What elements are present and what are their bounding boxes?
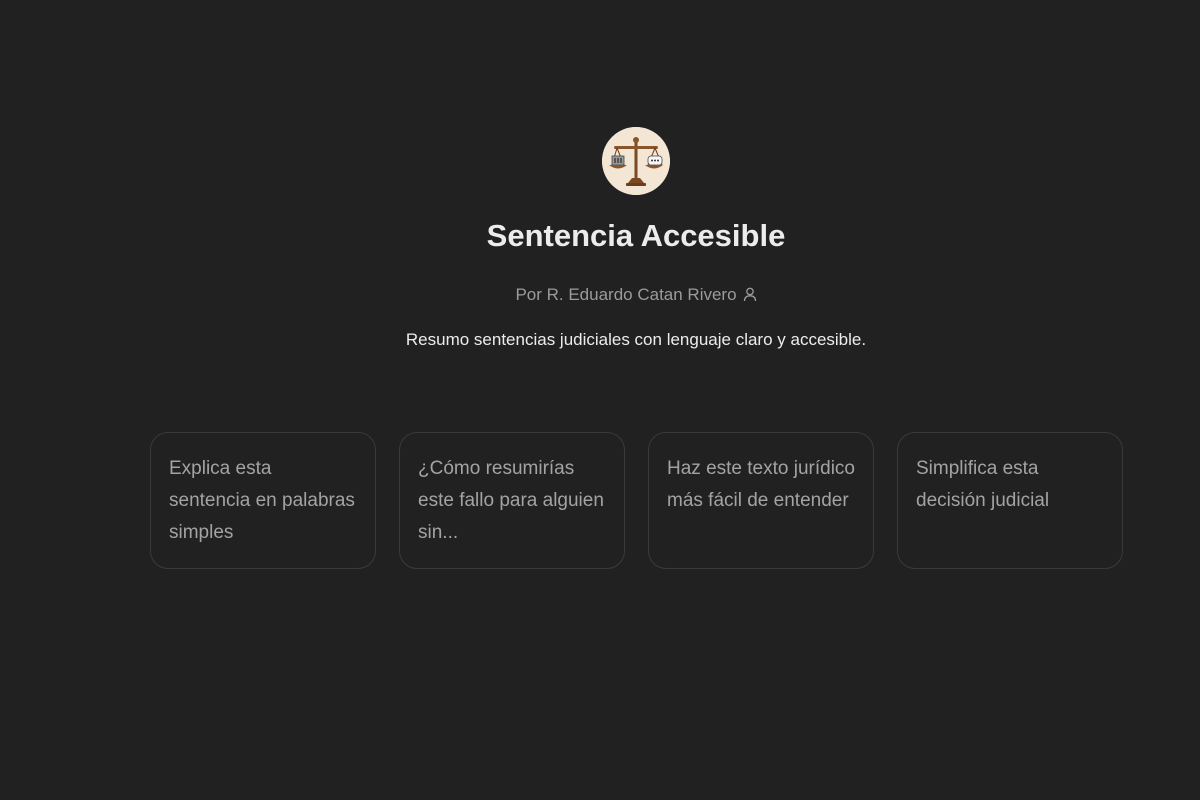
starter-card[interactable]: Explica esta sentencia en palabras simpl… [150, 432, 376, 569]
starter-card[interactable]: ¿Cómo resumirías este fallo para alguien… [399, 432, 625, 569]
gpt-title: Sentencia Accesible [486, 218, 786, 253]
gpt-description: Resumo sentencias judiciales con lenguaj… [405, 330, 867, 349]
starter-card[interactable]: Simplifica esta decisión judicial [897, 432, 1123, 569]
scales-of-justice-icon [602, 127, 670, 195]
conversation-starters: Explica esta sentencia en palabras simpl… [150, 432, 1123, 569]
starter-card[interactable]: Haz este texto jurídico más fácil de ent… [648, 432, 874, 569]
gpt-avatar [602, 127, 670, 195]
author-name: Por R. Eduardo Catan Rivero [515, 285, 737, 304]
gpt-landing: Sentencia Accesible Por R. Eduardo Catan… [0, 0, 1200, 800]
person-icon[interactable] [743, 285, 757, 309]
author-byline: Por R. Eduardo Catan Rivero [0, 283, 1200, 309]
